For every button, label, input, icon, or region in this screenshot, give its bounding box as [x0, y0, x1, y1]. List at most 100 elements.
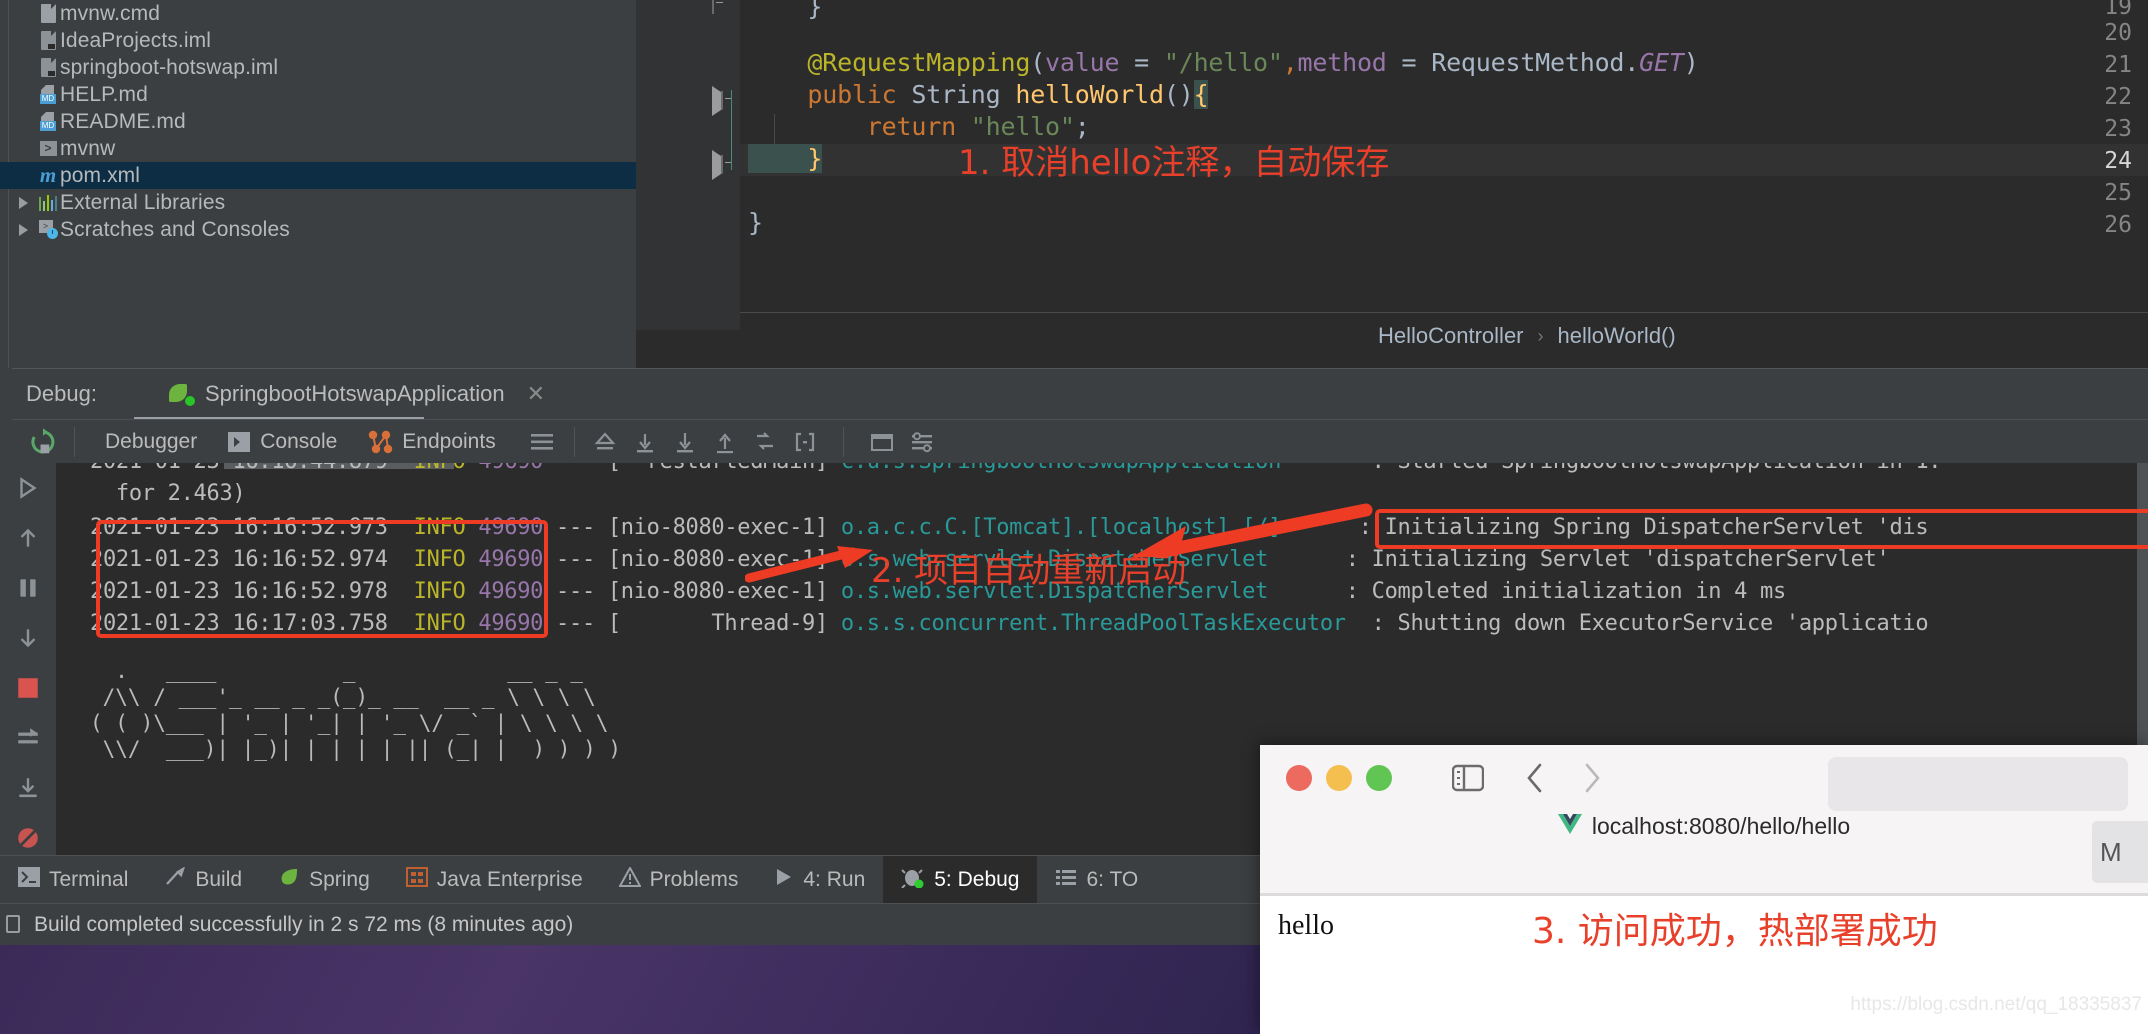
rerun-icon[interactable]: [12, 427, 74, 457]
debug-side-rail: [0, 463, 57, 1034]
annotation-note-2: 2. 项目自动重新启动: [871, 551, 1187, 591]
debug-header: Debug: SpringbootHotswapApplication ✕: [12, 368, 2148, 419]
browser-toolbar-pill[interactable]: [1828, 757, 2128, 811]
tool-window-debug[interactable]: 5: Debug: [883, 856, 1038, 904]
expand-triangle-icon[interactable]: [10, 223, 36, 236]
tree-item-mvnw[interactable]: > mvnw: [0, 135, 636, 162]
status-bar: Build completed successfully in 2 s 72 m…: [0, 903, 1260, 946]
tree-item-label: README.md: [60, 109, 186, 133]
zoom-traffic-light[interactable]: [1366, 765, 1392, 791]
code-line-26: }: [748, 208, 763, 237]
annotation-note-3: 3. 访问成功，热部署成功: [1532, 911, 1938, 952]
tool-window-java-enterprise[interactable]: Java Enterprise: [388, 856, 601, 904]
tree-item-label: HELP.md: [60, 82, 148, 106]
tab-debugger[interactable]: Debugger: [105, 430, 197, 454]
tab-endpoints[interactable]: Endpoints: [367, 430, 496, 454]
line-number: 26: [2104, 212, 2132, 238]
line-number: 21: [2104, 52, 2132, 78]
tree-item-readme-md[interactable]: MD README.md: [0, 108, 636, 135]
terminal-icon: [18, 867, 40, 893]
tool-window-run[interactable]: 44: Run: [756, 856, 883, 904]
pause-icon[interactable]: [0, 563, 56, 613]
tree-item-ideaprojects-iml[interactable]: IdeaProjects.iml: [0, 27, 636, 54]
breadcrumb[interactable]: HelloController › helloWorld(): [1378, 323, 1676, 349]
browser-tab-m[interactable]: M: [2092, 821, 2148, 883]
frames-icon[interactable]: [862, 424, 902, 460]
fold-marker-icon[interactable]: [712, 86, 739, 116]
spring-boot-ascii-banner: . ____ _ __ _ _ /\\ / ___'_ __ _ _(_)_ _…: [90, 659, 622, 761]
tool-window-problems[interactable]: Problems: [601, 856, 757, 904]
tab-console[interactable]: Console: [227, 430, 337, 454]
export-icon[interactable]: [0, 763, 56, 813]
step-up-icon[interactable]: [0, 513, 56, 563]
debugger-tab-label: Debugger: [105, 430, 198, 453]
settings-icon[interactable]: [902, 424, 942, 460]
tool-window-spring[interactable]: Spring: [260, 856, 388, 904]
tree-item-help-md[interactable]: MD HELP.md: [0, 81, 636, 108]
line-number: 22: [2104, 84, 2132, 110]
code-editor[interactable]: 19 20 21 22 23 24 25 26 } @RequestMappin…: [636, 0, 2148, 368]
minimize-traffic-light[interactable]: [1326, 765, 1352, 791]
tree-item-label: Scratches and Consoles: [60, 217, 290, 241]
run-to-cursor-icon[interactable]: [745, 424, 785, 460]
spring-icon: [278, 867, 300, 893]
address-bar[interactable]: localhost:8080/hello/hello: [1260, 813, 2148, 840]
status-message: Build completed successfully in 2 s 72 m…: [34, 913, 574, 936]
markdown-badge: MD: [40, 94, 56, 104]
fold-marker-icon[interactable]: [712, 150, 739, 180]
tree-item-label: mvnw: [60, 136, 116, 160]
close-traffic-light[interactable]: [1286, 765, 1312, 791]
menu-icon[interactable]: [524, 424, 564, 460]
fold-marker-icon[interactable]: [712, 0, 730, 14]
tree-item-label: pom.xml: [60, 163, 141, 187]
resume-icon[interactable]: [0, 463, 56, 513]
tool-window-label: 6: TO: [1086, 868, 1139, 891]
stop-icon[interactable]: [0, 663, 56, 713]
tree-item-label: mvnw.cmd: [60, 1, 160, 25]
markdown-file-icon: MD: [36, 112, 60, 131]
step-over-icon[interactable]: [705, 424, 745, 460]
step-down-icon[interactable]: [0, 613, 56, 663]
toolbar-divider: [74, 427, 75, 457]
tool-window-label: Build: [195, 868, 243, 891]
debug-session-tab[interactable]: SpringbootHotswapApplication ✕: [168, 381, 545, 407]
tool-window-label: 5: Debug: [934, 868, 1020, 891]
tool-window-terminal[interactable]: Terminal: [0, 856, 146, 904]
debug-toolbar-buttons: [524, 424, 942, 460]
step-out-icon[interactable]: [585, 424, 625, 460]
step-into-icon[interactable]: [625, 424, 665, 460]
tree-item-scratches-and-consoles[interactable]: > Scratches and Consoles: [0, 216, 636, 243]
tree-item-pom-xml[interactable]: m pom.xml: [0, 162, 636, 189]
browser-window[interactable]: localhost:8080/hello/hello M hello 3. 访问…: [1260, 745, 2148, 1034]
close-icon[interactable]: ✕: [527, 381, 545, 407]
tree-item-external-libraries[interactable]: External Libraries: [0, 189, 636, 216]
tree-item-label: IdeaProjects.iml: [60, 28, 211, 52]
arrow-to-note-2: [745, 544, 875, 584]
endpoints-icon: [367, 430, 393, 454]
code-line-22: public String helloWorld(){: [748, 80, 1209, 109]
breadcrumb-class[interactable]: HelloController: [1378, 323, 1524, 349]
evaluate-icon[interactable]: [785, 424, 825, 460]
watermark: https://blog.csdn.net/qq_18335837: [1850, 994, 2142, 1015]
tree-item-mvnw-cmd[interactable]: mvnw.cmd: [0, 0, 636, 27]
annotation-note-1: 1. 取消hello注释，自动保存: [958, 143, 1390, 183]
forward-icon[interactable]: [1580, 762, 1604, 799]
libraries-icon: [36, 194, 60, 211]
console-icon: [227, 431, 251, 453]
code-line-19: }: [748, 0, 823, 21]
toolbar-divider: [573, 427, 575, 457]
back-icon[interactable]: [1523, 762, 1547, 799]
run-icon: [774, 867, 794, 893]
tree-item-label: External Libraries: [60, 190, 226, 214]
sidebar-icon[interactable]: [1451, 763, 1485, 798]
expand-triangle-icon[interactable]: [10, 196, 36, 209]
tree-item-springboot-hotswap-iml[interactable]: springboot-hotswap.iml: [0, 54, 636, 81]
debug-session-name: SpringbootHotswapApplication: [204, 381, 505, 406]
tool-window-todo[interactable]: 6: TO: [1037, 856, 1156, 904]
tool-window-label: Java Enterprise: [436, 868, 583, 891]
tool-window-build[interactable]: Build: [146, 856, 260, 904]
iml-file-icon: [36, 58, 60, 77]
restart-icon[interactable]: [0, 713, 56, 763]
force-step-into-icon[interactable]: [665, 424, 705, 460]
breadcrumb-method[interactable]: helloWorld(): [1558, 323, 1676, 349]
